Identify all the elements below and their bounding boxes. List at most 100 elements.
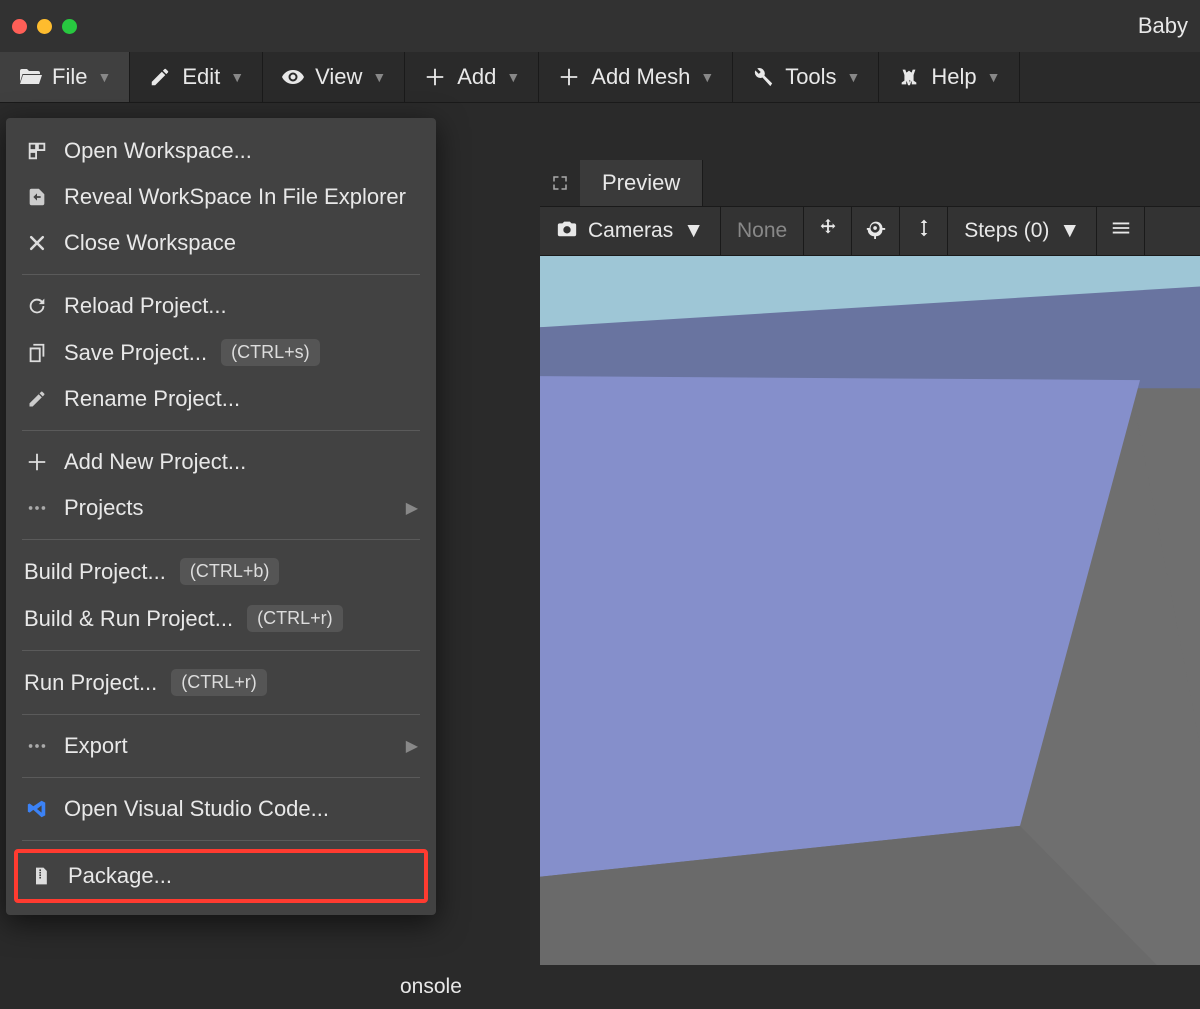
- reload-icon: [24, 293, 50, 319]
- move-icon: [817, 217, 839, 245]
- app-title: Baby: [1138, 13, 1188, 39]
- updown-tool[interactable]: [900, 207, 948, 255]
- menu-file-label: File: [52, 64, 87, 90]
- minimize-window-button[interactable]: [37, 19, 52, 34]
- preview-panel: Preview Cameras ▼ None: [540, 160, 1200, 1009]
- chevron-right-icon: ▶: [406, 736, 418, 756]
- titlebar: Baby: [0, 0, 1200, 52]
- reveal-workspace-label: Reveal WorkSpace In File Explorer: [64, 184, 406, 210]
- menu-tools-label: Tools: [785, 64, 836, 90]
- menu-reload-project[interactable]: Reload Project...: [6, 283, 436, 329]
- menu-projects-submenu[interactable]: Projects ▶: [6, 485, 436, 531]
- fullscreen-button[interactable]: [540, 162, 580, 204]
- chevron-down-icon: ▼: [700, 69, 714, 85]
- package-label: Package...: [68, 863, 172, 889]
- preview-header: Preview: [540, 160, 1200, 206]
- window-controls: [12, 19, 77, 34]
- chevron-down-icon: ▼: [683, 219, 704, 243]
- reload-project-label: Reload Project...: [64, 293, 227, 319]
- menu-save-project[interactable]: Save Project... (CTRL+s): [6, 329, 436, 376]
- bottom-bar: onsole: [0, 965, 1200, 1009]
- main-menubar: File ▼ Edit ▼ View ▼ Add ▼ Add Mesh ▼ To…: [0, 52, 1200, 103]
- none-label: None: [737, 219, 787, 243]
- menu-help-label: Help: [931, 64, 976, 90]
- plus-icon: [24, 449, 50, 475]
- preview-tab-label: Preview: [602, 170, 680, 195]
- menu-help[interactable]: Help ▼: [879, 52, 1019, 102]
- console-tab-label[interactable]: onsole: [400, 975, 462, 999]
- file-menu-dropdown: Open Workspace... Reveal WorkSpace In Fi…: [6, 118, 436, 915]
- menu-icon: [1110, 217, 1132, 245]
- build-run-project-label: Build & Run Project...: [24, 606, 233, 632]
- chevron-down-icon: ▼: [506, 69, 520, 85]
- run-project-label: Run Project...: [24, 670, 157, 696]
- plus-icon: [557, 65, 581, 89]
- preview-toolbar: Cameras ▼ None Step: [540, 206, 1200, 256]
- save-project-label: Save Project...: [64, 340, 207, 366]
- cameras-dropdown[interactable]: Cameras ▼: [540, 207, 721, 255]
- separator: [22, 777, 420, 778]
- reveal-file-icon: [24, 184, 50, 210]
- move-tool[interactable]: [804, 207, 852, 255]
- separator: [22, 274, 420, 275]
- chevron-down-icon: ▼: [230, 69, 244, 85]
- steps-label: Steps (0): [964, 219, 1049, 243]
- open-vscode-label: Open Visual Studio Code...: [64, 796, 329, 822]
- separator: [22, 650, 420, 651]
- edit-icon: [148, 65, 172, 89]
- build-project-label: Build Project...: [24, 559, 166, 585]
- close-icon: [24, 230, 50, 256]
- workspace-icon: [24, 138, 50, 164]
- eye-icon: [281, 65, 305, 89]
- build-run-shortcut: (CTRL+r): [247, 605, 343, 632]
- target-tool[interactable]: [852, 207, 900, 255]
- preview-tab[interactable]: Preview: [580, 160, 703, 206]
- chevron-down-icon: ▼: [97, 69, 111, 85]
- updown-icon: [914, 217, 934, 245]
- menu-more-tool[interactable]: [1097, 207, 1145, 255]
- menu-rename-project[interactable]: Rename Project...: [6, 376, 436, 422]
- save-shortcut: (CTRL+s): [221, 339, 320, 366]
- cameras-label: Cameras: [588, 219, 673, 243]
- rename-project-label: Rename Project...: [64, 386, 240, 412]
- menu-add-label: Add: [457, 64, 496, 90]
- menu-add-mesh[interactable]: Add Mesh ▼: [539, 52, 733, 102]
- build-shortcut: (CTRL+b): [180, 558, 280, 585]
- ellipsis-icon: [24, 495, 50, 521]
- separator: [22, 714, 420, 715]
- menu-view[interactable]: View ▼: [263, 52, 405, 102]
- menu-edit[interactable]: Edit ▼: [130, 52, 263, 102]
- menu-add[interactable]: Add ▼: [405, 52, 539, 102]
- help-icon: [897, 65, 921, 89]
- menu-close-workspace[interactable]: Close Workspace: [6, 220, 436, 266]
- menu-file[interactable]: File ▼: [0, 52, 130, 102]
- zip-file-icon: [28, 863, 54, 889]
- menu-open-workspace[interactable]: Open Workspace...: [6, 128, 436, 174]
- run-shortcut: (CTRL+r): [171, 669, 267, 696]
- menu-view-label: View: [315, 64, 362, 90]
- close-window-button[interactable]: [12, 19, 27, 34]
- separator: [22, 539, 420, 540]
- chevron-right-icon: ▶: [406, 498, 418, 518]
- vscode-icon: [24, 796, 50, 822]
- target-icon: [865, 217, 887, 245]
- menu-open-vscode[interactable]: Open Visual Studio Code...: [6, 786, 436, 832]
- export-label: Export: [64, 733, 128, 759]
- menu-add-new-project[interactable]: Add New Project...: [6, 439, 436, 485]
- menu-export-submenu[interactable]: Export ▶: [6, 723, 436, 769]
- menu-build-run-project[interactable]: Build & Run Project... (CTRL+r): [6, 595, 436, 642]
- projects-label: Projects: [64, 495, 143, 521]
- maximize-window-button[interactable]: [62, 19, 77, 34]
- close-workspace-label: Close Workspace: [64, 230, 236, 256]
- menu-run-project[interactable]: Run Project... (CTRL+r): [6, 659, 436, 706]
- menu-tools[interactable]: Tools ▼: [733, 52, 879, 102]
- menu-edit-label: Edit: [182, 64, 220, 90]
- menu-package[interactable]: Package...: [24, 857, 418, 895]
- menu-reveal-workspace[interactable]: Reveal WorkSpace In File Explorer: [6, 174, 436, 220]
- menu-build-project[interactable]: Build Project... (CTRL+b): [6, 548, 436, 595]
- menu-add-mesh-label: Add Mesh: [591, 64, 690, 90]
- chevron-down-icon: ▼: [987, 69, 1001, 85]
- viewport-3d[interactable]: [540, 256, 1200, 1009]
- steps-dropdown[interactable]: Steps (0) ▼: [948, 207, 1097, 255]
- pencil-icon: [24, 386, 50, 412]
